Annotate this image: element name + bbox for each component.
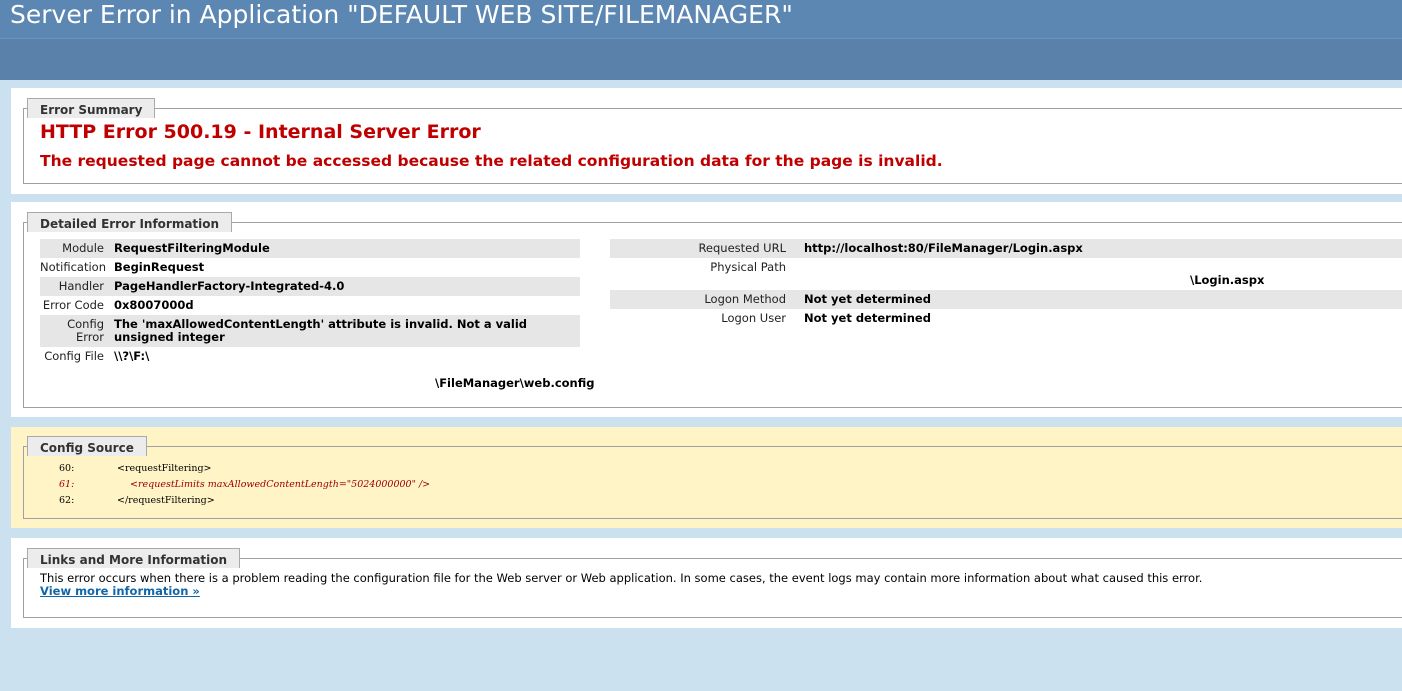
config-error-label-2: Error	[75, 330, 104, 344]
detail-row-handler: Handler PageHandlerFactory-Integrated-4.…	[40, 277, 580, 296]
module-label: Module	[62, 241, 104, 255]
links-legend: Links and More Information	[27, 548, 241, 568]
source-line-number: 62:	[59, 495, 75, 506]
module-value: RequestFilteringModule	[114, 241, 270, 255]
error-summary-box	[23, 108, 1402, 184]
source-line-code: <requestFiltering>	[117, 463, 212, 474]
error-title: HTTP Error 500.19 - Internal Server Erro…	[40, 121, 481, 143]
page-header: Server Error in Application "DEFAULT WEB…	[0, 0, 1402, 38]
links-description: This error occurs when there is a proble…	[40, 571, 1203, 585]
detail-row-module: Module RequestFilteringModule	[40, 239, 580, 258]
config-file-value-1: \\?\F:\	[114, 349, 150, 363]
error-summary-panel: Error Summary HTTP Error 500.19 - Intern…	[11, 88, 1402, 194]
detail-row-physical-path: Physical Path \Login.aspx	[610, 258, 1402, 290]
error-code-label: Error Code	[42, 298, 104, 312]
detail-row-config-error: Config Error The 'maxAllowedContentLengt…	[40, 315, 580, 347]
logon-user-label: Logon User	[721, 311, 786, 325]
physical-path-value-2: \Login.aspx	[1190, 273, 1265, 287]
error-summary-legend: Error Summary	[27, 98, 156, 118]
detail-row-error-code: Error Code 0x8007000d	[40, 296, 580, 315]
detailed-error-panel: Detailed Error Information Module Reques…	[11, 202, 1402, 417]
logon-method-value: Not yet determined	[804, 292, 931, 306]
config-source-panel: Config Source 60: <requestFiltering> 61:…	[11, 427, 1402, 528]
detailed-error-legend: Detailed Error Information	[27, 212, 233, 232]
notification-label: Notification	[40, 260, 106, 274]
handler-value: PageHandlerFactory-Integrated-4.0	[114, 279, 345, 293]
links-panel: Links and More Information This error oc…	[11, 538, 1402, 628]
handler-label: Handler	[58, 279, 104, 293]
requested-url-value: http://localhost:80/FileManager/Login.as…	[804, 241, 1083, 255]
error-subtitle: The requested page cannot be accessed be…	[40, 152, 943, 170]
requested-url-label: Requested URL	[698, 241, 786, 255]
config-error-value-2: unsigned integer	[114, 330, 225, 344]
error-code-value: 0x8007000d	[114, 298, 194, 312]
config-source-legend: Config Source	[27, 436, 147, 456]
detail-row-logon-user: Logon User Not yet determined	[610, 309, 1402, 328]
detail-row-requested-url: Requested URL http://localhost:80/FileMa…	[610, 239, 1402, 258]
notification-value: BeginRequest	[114, 260, 205, 274]
config-file-label: Config File	[44, 349, 104, 363]
view-more-information-link[interactable]: View more information »	[40, 584, 200, 598]
header-band	[0, 38, 1402, 80]
detail-row-logon-method: Logon Method Not yet determined	[610, 290, 1402, 309]
detail-row-notification: Notification BeginRequest	[40, 258, 580, 277]
config-file-value-3: \FileManager\web.config	[435, 376, 595, 390]
physical-path-label: Physical Path	[710, 260, 786, 274]
detail-row-config-file: Config File \\?\F:\ \FileManager\web.con…	[40, 347, 594, 393]
source-line-number-highlight: 61:	[59, 479, 75, 490]
logon-method-label: Logon Method	[704, 292, 786, 306]
source-line-number: 60:	[59, 463, 75, 474]
source-line-code: </requestFiltering>	[117, 495, 215, 506]
page-title: Server Error in Application "DEFAULT WEB…	[10, 0, 793, 29]
logon-user-value: Not yet determined	[804, 311, 931, 325]
source-line-code-highlight: <requestLimits maxAllowedContentLength="…	[130, 479, 431, 490]
